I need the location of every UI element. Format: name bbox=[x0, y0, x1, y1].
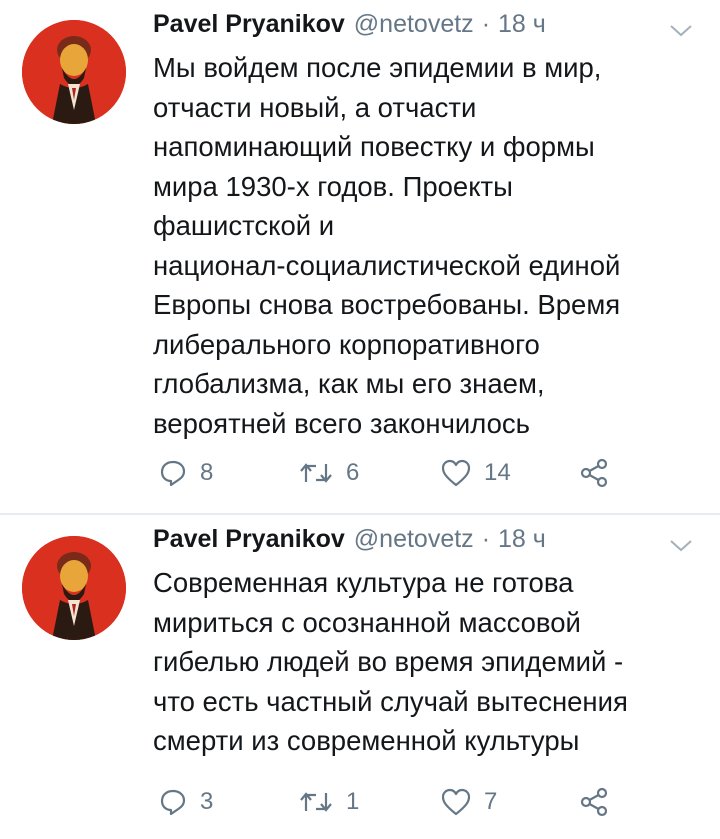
tweet[interactable]: Pavel Pryanikov @netovetz · 18 ч Совреме… bbox=[0, 515, 720, 839]
tweet-text: Современная культура не готова мириться … bbox=[153, 563, 698, 761]
tweet-text-line: смерти из современной культуры bbox=[153, 725, 580, 756]
tweet-text-line: фашистской и bbox=[153, 210, 335, 241]
heart-icon bbox=[441, 788, 471, 816]
author-handle[interactable]: @netovetz bbox=[354, 525, 474, 554]
tweet-text: Мы войдем после эпидемии в мир, отчасти … bbox=[153, 48, 698, 443]
separator-dot: · bbox=[481, 525, 491, 553]
chevron-down-icon[interactable] bbox=[667, 535, 695, 555]
tweet-text-line: национал-социалистической единой bbox=[153, 249, 621, 281]
tweet-text-line: Мы войдем после эпидемии в мир, bbox=[153, 52, 602, 83]
retweet-button[interactable]: 6 bbox=[298, 453, 359, 493]
reply-count: 3 bbox=[200, 788, 214, 815]
share-button[interactable] bbox=[578, 453, 610, 493]
tweet-header: Pavel Pryanikov @netovetz · 18 ч bbox=[153, 10, 546, 46]
tweet-text-line: Европы снова востребованы. Время bbox=[153, 289, 621, 320]
tweet-header: Pavel Pryanikov @netovetz · 18 ч bbox=[153, 525, 546, 561]
tweet-text-line: что есть частный случай вытеснения bbox=[153, 685, 628, 717]
avatar-portrait-icon bbox=[22, 536, 126, 640]
like-button[interactable]: 7 bbox=[440, 782, 497, 822]
timestamp[interactable]: 18 ч bbox=[498, 525, 546, 554]
heart-icon bbox=[441, 459, 471, 487]
tweet[interactable]: Pavel Pryanikov @netovetz · 18 ч Мы войд… bbox=[0, 0, 720, 513]
tweet-actions: 8 6 14 bbox=[158, 453, 638, 493]
avatar-portrait-icon bbox=[22, 20, 126, 124]
retweet-count: 1 bbox=[346, 788, 360, 815]
reply-icon bbox=[160, 789, 186, 816]
author-handle[interactable]: @netovetz bbox=[354, 10, 474, 39]
tweet-text-line: гибелью людей во время эпидемий - bbox=[153, 646, 624, 677]
tweet-text-line: Современная культура не готова bbox=[153, 567, 574, 598]
retweet-icon bbox=[300, 792, 332, 812]
tweet-text-line: мириться с осознанной массовой bbox=[153, 606, 581, 638]
like-count: 14 bbox=[484, 459, 511, 486]
tweet-text-line: либерального корпоративного bbox=[153, 328, 540, 360]
author-name[interactable]: Pavel Pryanikov bbox=[153, 10, 345, 39]
separator-dot: · bbox=[481, 10, 491, 38]
chevron-down-icon[interactable] bbox=[667, 20, 695, 40]
retweet-count: 6 bbox=[346, 459, 360, 486]
tweet-text-line: мира 1930-х годов. Проекты bbox=[153, 170, 513, 202]
author-name[interactable]: Pavel Pryanikov bbox=[153, 525, 345, 554]
reply-button[interactable]: 3 bbox=[158, 782, 213, 822]
tweet-text-line: глобализма, как мы его знаем, bbox=[153, 368, 545, 399]
tweet-actions: 3 1 7 bbox=[158, 782, 638, 822]
like-button[interactable]: 14 bbox=[440, 453, 511, 493]
avatar[interactable] bbox=[22, 536, 126, 640]
share-icon bbox=[580, 787, 608, 817]
retweet-button[interactable]: 1 bbox=[298, 782, 359, 822]
share-button[interactable] bbox=[578, 782, 610, 822]
reply-button[interactable]: 8 bbox=[158, 453, 213, 493]
like-count: 7 bbox=[484, 788, 498, 815]
share-icon bbox=[580, 458, 608, 488]
tweet-text-line: вероятней всего закончилось bbox=[153, 407, 530, 439]
reply-icon bbox=[160, 460, 186, 487]
retweet-icon bbox=[300, 463, 332, 483]
timestamp[interactable]: 18 ч bbox=[498, 10, 546, 39]
tweet-text-line: отчасти новый, а отчасти bbox=[153, 91, 477, 123]
tweet-text-line: напоминающий повестку и формы bbox=[153, 131, 595, 162]
reply-count: 8 bbox=[200, 459, 214, 486]
avatar[interactable] bbox=[22, 20, 126, 124]
